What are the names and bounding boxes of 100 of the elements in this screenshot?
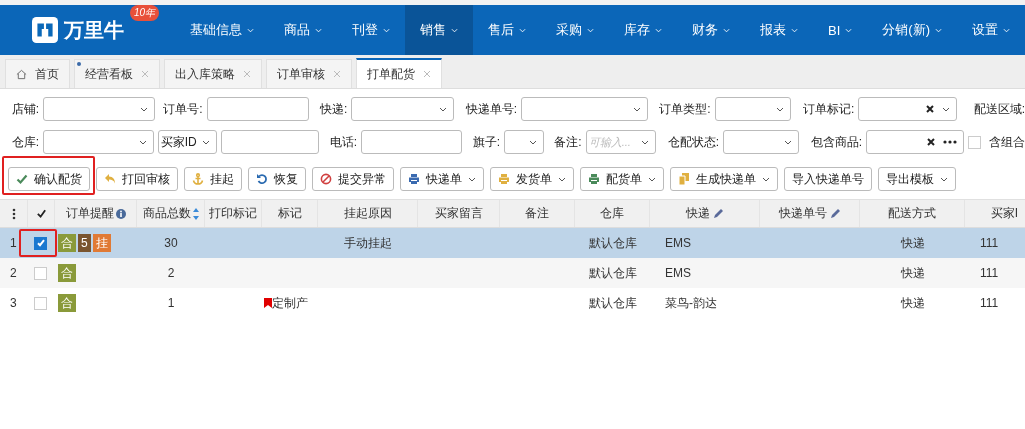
- column-header[interactable]: 商品总数: [137, 200, 205, 227]
- table-cell: 快递: [900, 234, 925, 252]
- select-field[interactable]: [351, 97, 454, 121]
- table-row[interactable]: 3 合 1 定制产 默认仓库 菜鸟-韵达 快递 111: [0, 288, 1025, 318]
- nav-menu-item[interactable]: 设置: [957, 5, 1025, 55]
- table-cell: 111: [980, 266, 999, 280]
- row-checkbox[interactable]: [34, 266, 47, 280]
- page-tab[interactable]: 经营看板: [74, 59, 160, 88]
- table-cell: 默认仓库: [588, 264, 637, 282]
- picker-field[interactable]: [866, 130, 965, 154]
- row-checkbox[interactable]: [34, 236, 47, 250]
- caret-icon: [139, 106, 148, 112]
- caret-icon: [439, 106, 447, 112]
- select-field[interactable]: [714, 97, 792, 121]
- more-icon[interactable]: [943, 140, 958, 144]
- clear-icon[interactable]: [926, 105, 934, 113]
- close-icon[interactable]: [333, 70, 341, 78]
- select-field[interactable]: [521, 97, 648, 121]
- field-label: 包含商品:: [809, 133, 863, 151]
- toolbar-button[interactable]: 确认配货: [8, 167, 90, 191]
- nav-menu-item[interactable]: 采购: [541, 5, 610, 55]
- toolbar-button[interactable]: 恢复: [248, 167, 306, 191]
- caret-icon: [762, 176, 770, 182]
- column-header[interactable]: 订单提醒: [55, 200, 137, 227]
- caret-icon: [528, 139, 537, 145]
- page-tab[interactable]: 出入库策略: [164, 59, 262, 88]
- row-number: 3: [10, 296, 17, 310]
- column-header[interactable]: 配送方式: [860, 200, 965, 227]
- select-field[interactable]: [858, 97, 957, 121]
- field-label: 快递单号:: [464, 100, 517, 118]
- nav-menu-item[interactable]: 分销(新): [867, 5, 957, 55]
- column-header[interactable]: 买家I: [965, 200, 1025, 227]
- nav-menu-item[interactable]: 基础信息: [175, 5, 270, 55]
- table-row[interactable]: 1 合 5 挂 30 手动挂起 默认仓库 EMS 快递 111: [0, 228, 1025, 258]
- toolbar-button[interactable]: 配货单: [580, 167, 664, 191]
- caret-icon: [519, 27, 527, 33]
- field-label: 订单标记:: [802, 100, 855, 118]
- input-field[interactable]: [361, 130, 462, 154]
- pencil-icon: [828, 207, 841, 220]
- row-checkbox[interactable]: [34, 296, 47, 310]
- page-tab[interactable]: 订单审核: [266, 59, 352, 88]
- column-header[interactable]: 挂起原因: [318, 200, 418, 227]
- nav-menu-item[interactable]: 报表: [745, 5, 814, 55]
- select-all-icon[interactable]: [35, 208, 47, 219]
- table-cell: 菜鸟-韵达: [665, 294, 717, 312]
- field-label: 订单类型:: [658, 100, 711, 118]
- column-header[interactable]: 打印标记: [205, 200, 262, 227]
- column-header[interactable]: 标记: [262, 200, 318, 227]
- field-label: 配送区域:: [972, 100, 1025, 118]
- table-cell: 30: [164, 236, 178, 250]
- column-header[interactable]: 仓库: [575, 200, 650, 227]
- checkbox[interactable]: [968, 135, 981, 149]
- caret-icon: [648, 176, 656, 182]
- input-field[interactable]: [206, 97, 310, 121]
- caret-icon: [845, 27, 853, 33]
- page-tab[interactable]: 首页: [5, 59, 70, 88]
- toolbar-button[interactable]: 生成快递单: [670, 167, 778, 191]
- toolbar-button[interactable]: 导出模板: [878, 167, 956, 191]
- column-menu-icon[interactable]: [11, 207, 16, 220]
- column-header[interactable]: 备注: [500, 200, 575, 227]
- nav-menu-item[interactable]: 售后: [473, 5, 542, 55]
- toolbar-button[interactable]: 快递单: [400, 167, 484, 191]
- caret-icon: [723, 27, 731, 33]
- page-tab[interactable]: 打单配货: [356, 58, 442, 88]
- nav-menu-item[interactable]: BI: [813, 5, 868, 55]
- table-cell: 定制产: [272, 294, 308, 312]
- select-field[interactable]: [43, 130, 154, 154]
- nav-menu-item[interactable]: 财务: [677, 5, 746, 55]
- caret-icon: [784, 139, 793, 145]
- order-tag: 合: [58, 234, 76, 252]
- close-icon[interactable]: [423, 70, 431, 78]
- toolbar-button[interactable]: 打回审核: [96, 167, 178, 191]
- column-header[interactable]: 快递单号: [760, 200, 860, 227]
- info-icon: [115, 208, 126, 219]
- toolbar-button[interactable]: 提交异常: [312, 167, 394, 191]
- nav-menu-item[interactable]: 商品: [269, 5, 338, 55]
- input-field[interactable]: [221, 130, 320, 154]
- toolbar-button[interactable]: 挂起: [184, 167, 242, 191]
- select-field[interactable]: [43, 97, 155, 121]
- field-label: 备注:: [553, 133, 582, 151]
- select-field[interactable]: [722, 130, 800, 154]
- nav-menu-item[interactable]: 库存: [609, 5, 678, 55]
- caret-icon: [468, 176, 476, 182]
- close-icon[interactable]: [243, 70, 251, 78]
- column-header[interactable]: 快递: [650, 200, 760, 227]
- clear-icon[interactable]: [927, 138, 936, 146]
- table-row[interactable]: 2 合 2 默认仓库 EMS 快递 111: [0, 258, 1025, 288]
- nav-menu-item[interactable]: 刊登: [337, 5, 406, 55]
- select-field[interactable]: [504, 130, 544, 154]
- pencil-icon: [711, 207, 724, 220]
- toolbar-button[interactable]: 发货单: [490, 167, 574, 191]
- toolbar-button[interactable]: 导入快递单号: [784, 167, 872, 191]
- field-label: 仓库:: [10, 133, 39, 151]
- table-cell: 默认仓库: [588, 294, 637, 312]
- nav-menu-item[interactable]: 销售: [405, 5, 474, 55]
- field-label: 快递:: [318, 100, 348, 118]
- select-field[interactable]: 买家ID: [157, 130, 218, 154]
- column-header[interactable]: 买家留言: [418, 200, 500, 227]
- caret-icon: [791, 27, 799, 33]
- close-icon[interactable]: [141, 70, 149, 78]
